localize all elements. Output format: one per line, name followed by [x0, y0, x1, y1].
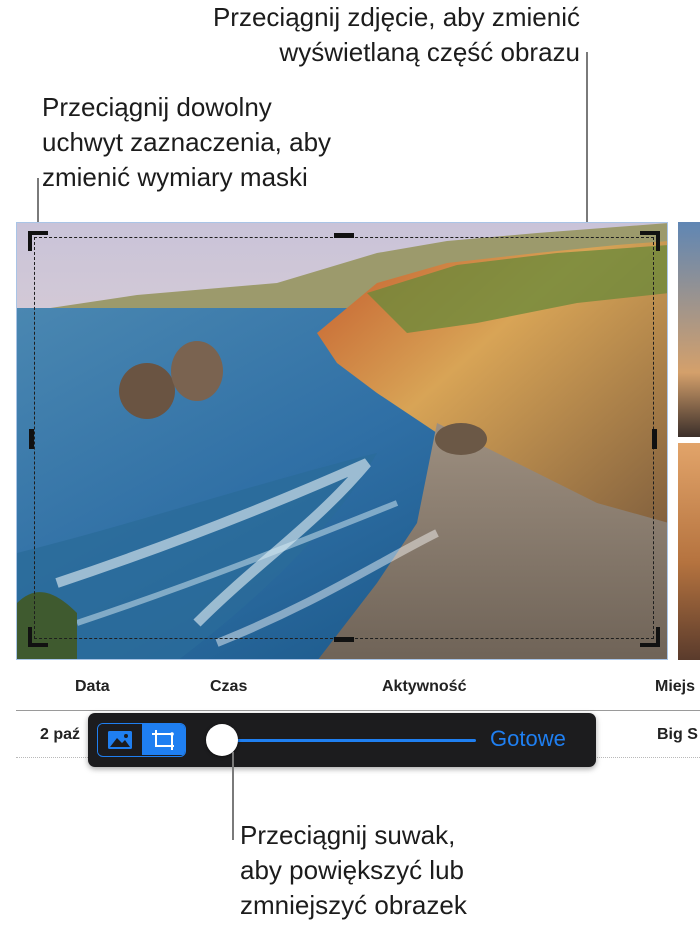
table-header-activity: Aktywność [382, 678, 467, 695]
adjacent-photo-bottom[interactable] [678, 443, 700, 660]
leader-line-slider [232, 752, 234, 840]
mask-handle-bottom-left[interactable] [28, 627, 48, 647]
table-header-place: Miejs [655, 678, 696, 695]
mask-handle-bottom-right[interactable] [640, 627, 660, 647]
callout-line: wyświetlaną część obrazu [279, 37, 580, 67]
callout-drag-photo: Przeciągnij zdjęcie, aby zmienić wyświet… [60, 0, 580, 70]
callout-line: Przeciągnij zdjęcie, aby zmienić [212, 2, 580, 32]
image-mode-button[interactable] [98, 724, 141, 755]
callout-drag-slider: Przeciągnij suwak, aby powiększyć lub zm… [240, 818, 680, 923]
table-cell-place[interactable]: Big S [657, 726, 698, 744]
mask-handle-top[interactable] [334, 233, 354, 238]
callout-line: Przeciągnij dowolny [42, 92, 272, 122]
callout-line: zmniejszyć obrazek [240, 890, 467, 920]
callout-drag-handle: Przeciągnij dowolny uchwyt zaznaczenia, … [42, 90, 442, 195]
image-mask-toolbar: Gotowe [88, 713, 596, 767]
mask-mode-button[interactable] [142, 724, 185, 755]
mask-handle-left[interactable] [29, 429, 34, 449]
adjacent-photo-top[interactable] [678, 222, 700, 437]
mask-handle-top-right[interactable] [640, 231, 660, 251]
callout-line: uchwyt zaznaczenia, aby [42, 127, 332, 157]
callout-line: aby powiększyć lub [240, 855, 464, 885]
crop-mask-icon [151, 729, 174, 750]
mask-handle-bottom[interactable] [334, 637, 354, 642]
mask-handle-right[interactable] [652, 429, 657, 449]
callout-line: zmienić wymiary maski [42, 162, 308, 192]
zoom-slider-track[interactable] [209, 739, 476, 742]
callout-line: Przeciągnij suwak, [240, 820, 456, 850]
done-button[interactable]: Gotowe [490, 726, 566, 752]
table-header-date: Data [75, 678, 110, 695]
table-header-time: Czas [210, 678, 248, 695]
table-cell-date[interactable]: 2 paź [40, 726, 80, 744]
table-header-divider [16, 710, 700, 711]
photo-icon [107, 730, 132, 749]
mask-handle-top-left[interactable] [28, 231, 48, 251]
photo-illustration [17, 223, 667, 659]
coastal-photo[interactable] [16, 222, 668, 660]
mode-switch [97, 723, 186, 757]
